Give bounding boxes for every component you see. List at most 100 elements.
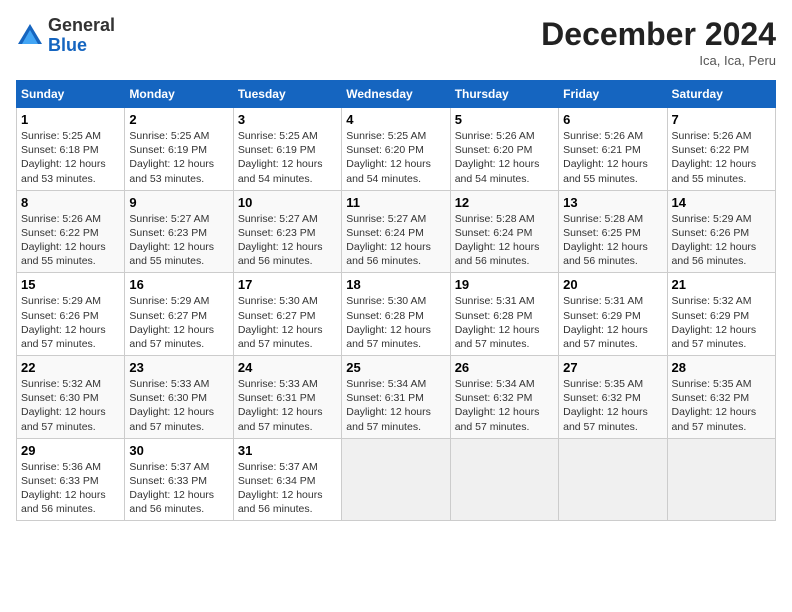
weekday-header-thursday: Thursday — [450, 81, 558, 108]
calendar-cell: 30 Sunrise: 5:37 AM Sunset: 6:33 PM Dayli… — [125, 438, 233, 521]
day-info: Sunrise: 5:25 AM Sunset: 6:20 PM Dayligh… — [346, 129, 445, 186]
day-number: 1 — [21, 112, 120, 127]
day-number: 11 — [346, 195, 445, 210]
day-info: Sunrise: 5:31 AM Sunset: 6:28 PM Dayligh… — [455, 294, 554, 351]
day-number: 20 — [563, 277, 662, 292]
calendar-cell — [450, 438, 558, 521]
location: Ica, Ica, Peru — [541, 53, 776, 68]
calendar-cell: 24Sunrise: 5:33 AM Sunset: 6:31 PM Dayli… — [233, 356, 341, 439]
day-info: Sunrise: 5:33 AM Sunset: 6:30 PM Dayligh… — [129, 377, 228, 434]
day-number: 28 — [672, 360, 771, 375]
title-block: December 2024 Ica, Ica, Peru — [541, 16, 776, 68]
day-number: 21 — [672, 277, 771, 292]
day-info: Sunrise: 5:30 AM Sunset: 6:28 PM Dayligh… — [346, 294, 445, 351]
calendar-cell: 23 Sunrise: 5:33 AM Sunset: 6:30 PM Dayli… — [125, 356, 233, 439]
day-number: 9 — [129, 195, 228, 210]
day-info: Sunrise: 5:32 AM Sunset: 6:30 PM Dayligh… — [21, 377, 120, 434]
weekday-header-sunday: Sunday — [17, 81, 125, 108]
calendar-cell: 7Sunrise: 5:26 AM Sunset: 6:22 PM Daylig… — [667, 108, 775, 191]
week-row-3: 15Sunrise: 5:29 AM Sunset: 6:26 PM Dayli… — [17, 273, 776, 356]
calendar-cell: 17 Sunrise: 5:30 AM Sunset: 6:27 PM Dayli… — [233, 273, 341, 356]
weekday-header-monday: Monday — [125, 81, 233, 108]
calendar-cell: 25Sunrise: 5:34 AM Sunset: 6:31 PM Dayli… — [342, 356, 450, 439]
page-header: General Blue December 2024 Ica, Ica, Per… — [16, 16, 776, 68]
month-title: December 2024 — [541, 16, 776, 53]
day-info: Sunrise: 5:26 AM Sunset: 6:21 PM Dayligh… — [563, 129, 662, 186]
day-info: Sunrise: 5:32 AM Sunset: 6:29 PM Dayligh… — [672, 294, 771, 351]
day-info: Sunrise: 5:25 AM Sunset: 6:19 PM Dayligh… — [129, 129, 228, 186]
calendar-cell: 26 Sunrise: 5:34 AM Sunset: 6:32 PM Dayli… — [450, 356, 558, 439]
day-number: 4 — [346, 112, 445, 127]
day-number: 26 — [455, 360, 554, 375]
week-row-2: 8Sunrise: 5:26 AM Sunset: 6:22 PM Daylig… — [17, 190, 776, 273]
day-info: Sunrise: 5:37 AM Sunset: 6:33 PM Dayligh… — [129, 460, 228, 517]
calendar-cell — [667, 438, 775, 521]
day-number: 31 — [238, 443, 337, 458]
day-number: 18 — [346, 277, 445, 292]
week-row-1: 1 Sunrise: 5:25 AM Sunset: 6:18 PM Daylig… — [17, 108, 776, 191]
day-number: 5 — [455, 112, 554, 127]
day-info: Sunrise: 5:37 AM Sunset: 6:34 PM Dayligh… — [238, 460, 337, 517]
day-info: Sunrise: 5:30 AM Sunset: 6:27 PM Dayligh… — [238, 294, 337, 351]
calendar-cell: 13Sunrise: 5:28 AM Sunset: 6:25 PM Dayli… — [559, 190, 667, 273]
calendar-cell: 1 Sunrise: 5:25 AM Sunset: 6:18 PM Daylig… — [17, 108, 125, 191]
day-number: 6 — [563, 112, 662, 127]
day-number: 24 — [238, 360, 337, 375]
calendar-cell: 14 Sunrise: 5:29 AM Sunset: 6:26 PM Dayli… — [667, 190, 775, 273]
weekday-header-tuesday: Tuesday — [233, 81, 341, 108]
calendar-cell: 21 Sunrise: 5:32 AM Sunset: 6:29 PM Dayli… — [667, 273, 775, 356]
calendar-cell: 10Sunrise: 5:27 AM Sunset: 6:23 PM Dayli… — [233, 190, 341, 273]
calendar-cell: 15Sunrise: 5:29 AM Sunset: 6:26 PM Dayli… — [17, 273, 125, 356]
day-info: Sunrise: 5:25 AM Sunset: 6:19 PM Dayligh… — [238, 129, 337, 186]
weekday-header-wednesday: Wednesday — [342, 81, 450, 108]
day-info: Sunrise: 5:27 AM Sunset: 6:24 PM Dayligh… — [346, 212, 445, 269]
calendar-cell — [559, 438, 667, 521]
calendar-cell: 27 Sunrise: 5:35 AM Sunset: 6:32 PM Dayli… — [559, 356, 667, 439]
calendar-cell — [342, 438, 450, 521]
logo-text: General Blue — [48, 16, 115, 56]
calendar-cell: 12Sunrise: 5:28 AM Sunset: 6:24 PM Dayli… — [450, 190, 558, 273]
day-info: Sunrise: 5:29 AM Sunset: 6:26 PM Dayligh… — [21, 294, 120, 351]
day-info: Sunrise: 5:26 AM Sunset: 6:22 PM Dayligh… — [21, 212, 120, 269]
day-number: 23 — [129, 360, 228, 375]
calendar-cell: 6 Sunrise: 5:26 AM Sunset: 6:21 PM Daylig… — [559, 108, 667, 191]
calendar-cell: 19Sunrise: 5:31 AM Sunset: 6:28 PM Dayli… — [450, 273, 558, 356]
calendar-cell: 5Sunrise: 5:26 AM Sunset: 6:20 PM Daylig… — [450, 108, 558, 191]
day-info: Sunrise: 5:27 AM Sunset: 6:23 PM Dayligh… — [129, 212, 228, 269]
calendar-cell: 18 Sunrise: 5:30 AM Sunset: 6:28 PM Dayli… — [342, 273, 450, 356]
day-info: Sunrise: 5:34 AM Sunset: 6:32 PM Dayligh… — [455, 377, 554, 434]
weekday-header-friday: Friday — [559, 81, 667, 108]
day-info: Sunrise: 5:28 AM Sunset: 6:25 PM Dayligh… — [563, 212, 662, 269]
logo-general: General — [48, 15, 115, 35]
calendar-cell: 11 Sunrise: 5:27 AM Sunset: 6:24 PM Dayli… — [342, 190, 450, 273]
day-info: Sunrise: 5:34 AM Sunset: 6:31 PM Dayligh… — [346, 377, 445, 434]
day-info: Sunrise: 5:29 AM Sunset: 6:26 PM Dayligh… — [672, 212, 771, 269]
day-info: Sunrise: 5:28 AM Sunset: 6:24 PM Dayligh… — [455, 212, 554, 269]
day-number: 17 — [238, 277, 337, 292]
day-number: 2 — [129, 112, 228, 127]
day-number: 16 — [129, 277, 228, 292]
day-number: 7 — [672, 112, 771, 127]
calendar-cell: 16Sunrise: 5:29 AM Sunset: 6:27 PM Dayli… — [125, 273, 233, 356]
day-info: Sunrise: 5:25 AM Sunset: 6:18 PM Dayligh… — [21, 129, 120, 186]
calendar-cell: 28Sunrise: 5:35 AM Sunset: 6:32 PM Dayli… — [667, 356, 775, 439]
calendar-cell: 20 Sunrise: 5:31 AM Sunset: 6:29 PM Dayli… — [559, 273, 667, 356]
day-info: Sunrise: 5:35 AM Sunset: 6:32 PM Dayligh… — [563, 377, 662, 434]
weekday-header-row: SundayMondayTuesdayWednesdayThursdayFrid… — [17, 81, 776, 108]
calendar-cell: 9 Sunrise: 5:27 AM Sunset: 6:23 PM Daylig… — [125, 190, 233, 273]
day-info: Sunrise: 5:31 AM Sunset: 6:29 PM Dayligh… — [563, 294, 662, 351]
calendar-cell: 8Sunrise: 5:26 AM Sunset: 6:22 PM Daylig… — [17, 190, 125, 273]
calendar-cell: 3Sunrise: 5:25 AM Sunset: 6:19 PM Daylig… — [233, 108, 341, 191]
day-number: 27 — [563, 360, 662, 375]
logo: General Blue — [16, 16, 115, 56]
calendar-table: SundayMondayTuesdayWednesdayThursdayFrid… — [16, 80, 776, 521]
day-info: Sunrise: 5:36 AM Sunset: 6:33 PM Dayligh… — [21, 460, 120, 517]
calendar-cell: 31 Sunrise: 5:37 AM Sunset: 6:34 PM Dayli… — [233, 438, 341, 521]
week-row-5: 29Sunrise: 5:36 AM Sunset: 6:33 PM Dayli… — [17, 438, 776, 521]
day-number: 14 — [672, 195, 771, 210]
calendar-cell: 4 Sunrise: 5:25 AM Sunset: 6:20 PM Daylig… — [342, 108, 450, 191]
logo-blue: Blue — [48, 35, 87, 55]
week-row-4: 22Sunrise: 5:32 AM Sunset: 6:30 PM Dayli… — [17, 356, 776, 439]
calendar-cell: 2 Sunrise: 5:25 AM Sunset: 6:19 PM Daylig… — [125, 108, 233, 191]
day-number: 30 — [129, 443, 228, 458]
